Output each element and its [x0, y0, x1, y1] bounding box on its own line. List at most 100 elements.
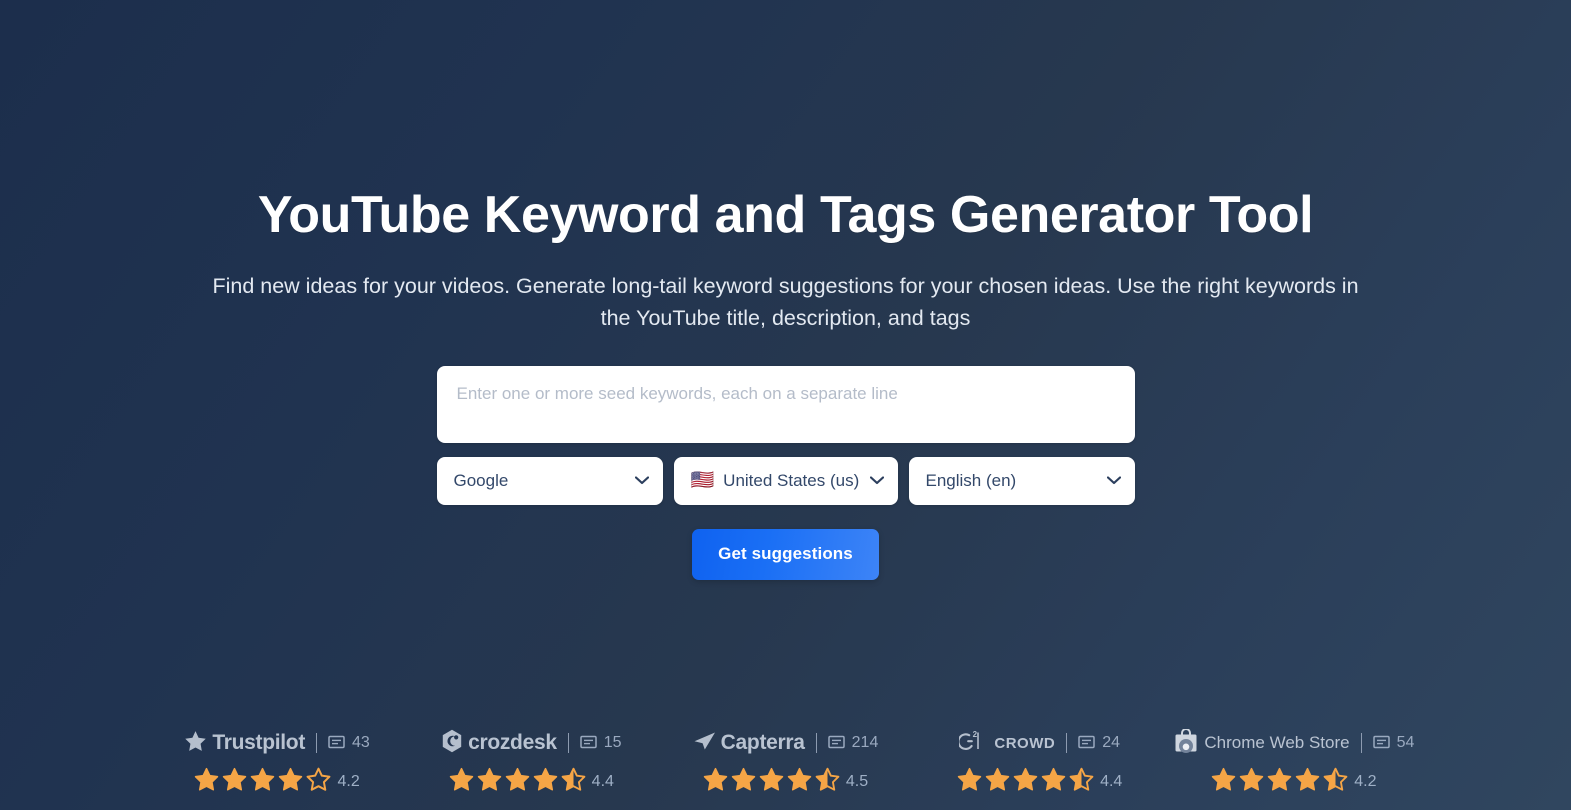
badge-divider	[316, 733, 318, 753]
get-suggestions-button[interactable]: Get suggestions	[692, 528, 879, 580]
star-icon-full	[194, 767, 219, 796]
star-icon-full	[1295, 767, 1320, 796]
badge-review-count: 15	[579, 734, 622, 752]
badge-header: Chrome Web Store 54	[1173, 727, 1415, 758]
review-badge-chrome-web-store[interactable]: Chrome Web Store 54 4.2	[1167, 727, 1421, 796]
star-icon-full	[505, 767, 530, 796]
badge-divider	[815, 733, 817, 753]
star-icon-full	[1267, 767, 1292, 796]
page-subtitle: Find new ideas for your videos. Generate…	[212, 274, 1359, 331]
badge-rating: 4.2	[194, 767, 360, 796]
badge-header: Capterra 214	[693, 730, 879, 756]
keyword-form: Google 🇺🇸 United States (us) English (en…	[436, 365, 1135, 580]
badge-header: crozdesk 15	[441, 729, 622, 758]
review-badge-crowd[interactable]: 2 CROWD 24 4.4	[913, 730, 1167, 796]
badge-review-count: 54	[1372, 734, 1415, 752]
filters-row: Google 🇺🇸 United States (us) English (en…	[436, 456, 1135, 505]
badge-name: CROWD	[994, 734, 1056, 752]
badge-review-count: 214	[827, 734, 879, 752]
badge-name: Chrome Web Store	[1204, 733, 1350, 752]
star-icon-half	[1069, 767, 1094, 796]
badge-name: crozdesk	[468, 731, 557, 754]
star-icon-empty	[306, 767, 331, 796]
language-value: English (en)	[925, 470, 1017, 490]
badge-divider	[567, 733, 569, 753]
chevron-down-icon	[1106, 476, 1121, 485]
star-icon-full	[1211, 767, 1236, 796]
review-count-value: 214	[851, 734, 879, 751]
chevron-down-icon	[869, 476, 884, 485]
review-count-value: 24	[1102, 734, 1121, 751]
star-icon-full	[957, 767, 982, 796]
star-icon-full	[1239, 767, 1264, 796]
rating-value: 4.2	[1354, 772, 1377, 790]
star-icon-full	[731, 767, 756, 796]
badge-divider	[1066, 733, 1068, 753]
star-icon-full	[1041, 767, 1066, 796]
comment-icon	[328, 735, 345, 751]
badge-header: Trustpilot 43	[184, 730, 370, 757]
review-count-value: 54	[1396, 734, 1415, 751]
chrome-web-store-bag-icon	[1173, 727, 1199, 758]
review-badge-crozdesk[interactable]: crozdesk 15 4.4	[404, 729, 658, 796]
badge-logo: Capterra	[693, 731, 805, 756]
language-select[interactable]: English (en)	[908, 456, 1135, 505]
badge-name: Capterra	[720, 731, 805, 754]
search-engine-select[interactable]: Google	[436, 456, 663, 505]
badge-logo: 2 CROWD	[957, 730, 1056, 757]
star-icon-full	[533, 767, 558, 796]
trustpilot-star-icon	[184, 730, 207, 757]
badge-logo: Trustpilot	[184, 730, 305, 757]
badge-review-count: 24	[1078, 734, 1120, 752]
badge-divider	[1360, 733, 1362, 753]
rating-value: 4.5	[845, 772, 869, 790]
star-icon-full	[1013, 767, 1038, 796]
star-icon-half	[815, 767, 840, 796]
star-icon-full	[278, 767, 303, 796]
seed-keywords-input[interactable]	[436, 365, 1135, 443]
star-icon-full	[759, 767, 784, 796]
comment-icon	[579, 735, 597, 751]
badge-name: Trustpilot	[212, 731, 306, 754]
crozdesk-hex-icon	[441, 729, 463, 758]
comment-icon	[827, 735, 845, 751]
rating-value: 4.4	[1100, 772, 1123, 790]
star-icon-full	[787, 767, 812, 796]
comment-icon	[1078, 735, 1095, 751]
capterra-arrow-icon	[693, 731, 716, 756]
g2-crowd-icon: 2	[957, 730, 989, 757]
page-root: YouTube Keyword and Tags Generator Tool …	[0, 0, 1571, 810]
country-select[interactable]: 🇺🇸 United States (us)	[673, 456, 898, 505]
badge-rating: 4.5	[703, 767, 868, 796]
rating-value: 4.2	[337, 772, 360, 790]
comment-icon	[1372, 735, 1390, 751]
review-badge-trustpilot[interactable]: Trustpilot 43 4.2	[150, 730, 404, 796]
us-flag-icon: 🇺🇸	[690, 470, 715, 492]
star-icon-full	[703, 767, 728, 796]
review-count-value: 43	[352, 734, 370, 751]
badge-rating: 4.2	[1211, 767, 1377, 796]
star-icon-full	[222, 767, 247, 796]
page-title: YouTube Keyword and Tags Generator Tool	[257, 186, 1314, 244]
review-badges-row: Trustpilot 43 4.2 crozdesk 15 4.4 Capter…	[0, 727, 1571, 796]
review-count-value: 15	[603, 734, 622, 751]
chevron-down-icon	[634, 476, 649, 485]
svg-text:2: 2	[973, 730, 978, 739]
country-value: United States (us)	[723, 470, 860, 490]
badge-header: 2 CROWD 24	[957, 730, 1120, 757]
badge-logo: Chrome Web Store	[1173, 727, 1350, 758]
rating-value: 4.4	[591, 772, 614, 790]
star-icon-full	[449, 767, 474, 796]
badge-rating: 4.4	[449, 767, 614, 796]
star-icon-half	[561, 767, 586, 796]
search-engine-value: Google	[453, 470, 509, 490]
badge-rating: 4.4	[957, 767, 1122, 796]
hero-section: YouTube Keyword and Tags Generator Tool …	[0, 0, 1571, 580]
badge-logo: crozdesk	[441, 729, 557, 758]
star-icon-full	[250, 767, 275, 796]
star-icon-full	[985, 767, 1010, 796]
review-badge-capterra[interactable]: Capterra 214 4.5	[658, 730, 912, 796]
star-icon-half	[1323, 767, 1348, 796]
badge-review-count: 43	[328, 734, 370, 752]
star-icon-full	[477, 767, 502, 796]
